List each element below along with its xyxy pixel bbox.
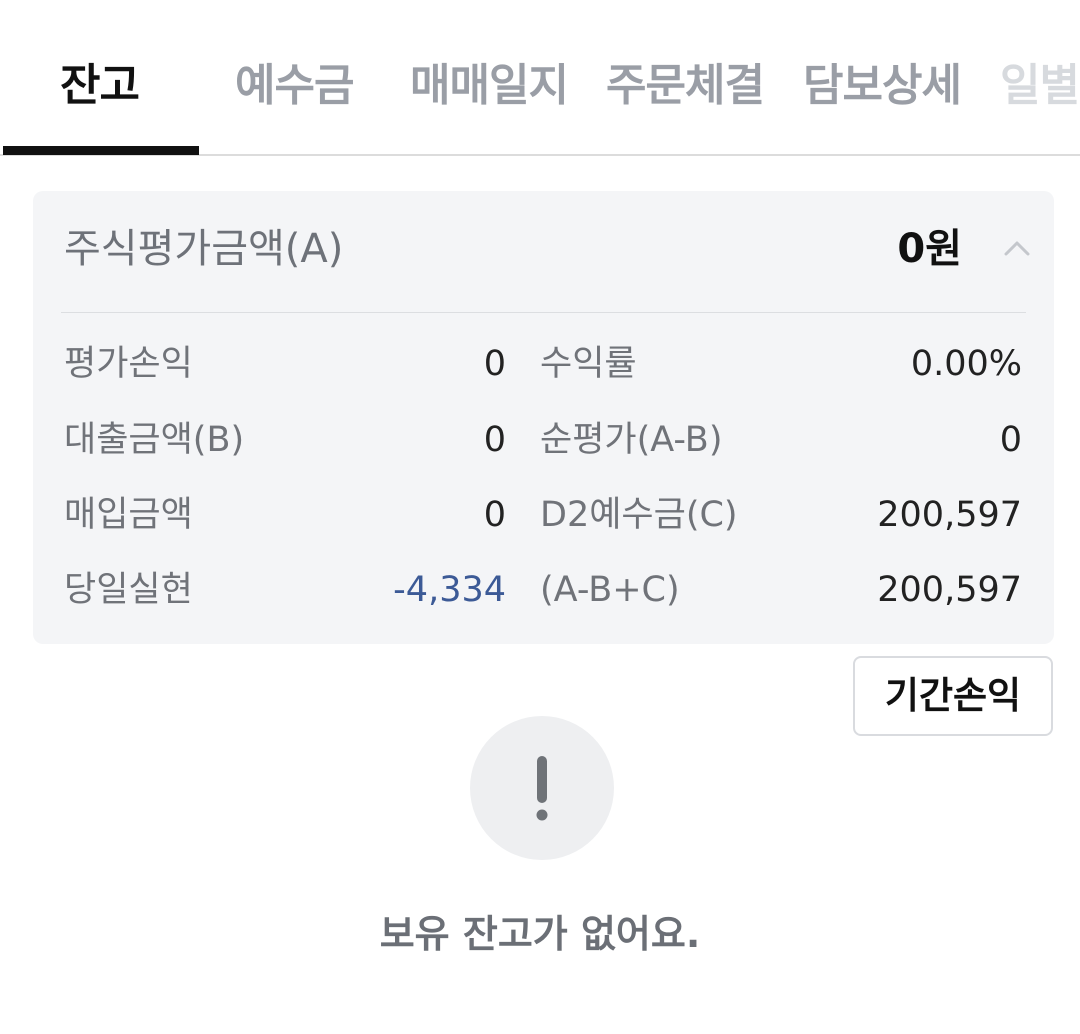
active-tab-indicator: [3, 146, 199, 155]
loan-amount-value: 0: [483, 420, 506, 460]
card-divider: [61, 312, 1026, 313]
realized-today-value: -4,334: [393, 570, 506, 610]
tab-daily[interactable]: 일별: [1000, 56, 1080, 116]
return-rate-value: 0.00%: [910, 344, 1022, 384]
valuation-pnl-value: 0: [483, 344, 506, 384]
tab-collateral-detail[interactable]: 담보상세: [803, 56, 962, 116]
tab-bar: 잔고 예수금 매매일지 주문체결 담보상세 일별: [0, 0, 1080, 156]
d2-deposit-value: 200,597: [877, 495, 1022, 535]
period-pnl-button[interactable]: 기간손익: [853, 656, 1053, 736]
exclamation-icon: [536, 756, 548, 821]
purchase-amount-value: 0: [483, 495, 506, 535]
net-valuation-label: 순평가(A-B): [540, 420, 723, 460]
net-valuation-value: 0: [999, 420, 1022, 460]
purchase-amount-label: 매입금액: [64, 495, 193, 535]
tab-balance[interactable]: 잔고: [60, 56, 140, 116]
stock-valuation-value: 0원: [897, 226, 962, 272]
account-balance-screen: 잔고 예수금 매매일지 주문체결 담보상세 일별 주식평가금액(A) 0원 평가…: [0, 0, 1080, 1034]
empty-state-badge: [470, 716, 614, 860]
loan-amount-label: 대출금액(B): [64, 420, 245, 460]
total-asset-value: 200,597: [877, 570, 1022, 610]
d2-deposit-label: D2예수금(C): [540, 495, 738, 535]
balance-summary-card: 주식평가금액(A) 0원 평가손익 0 수익률 0.00% 대출금액(B) 0 …: [33, 191, 1054, 644]
realized-today-label: 당일실현: [64, 570, 193, 610]
chevron-up-icon[interactable]: [1002, 234, 1032, 264]
tab-trade-journal[interactable]: 매매일지: [410, 56, 569, 116]
valuation-pnl-label: 평가손익: [64, 344, 193, 384]
stock-valuation-label: 주식평가금액(A): [64, 226, 344, 272]
tab-deposit[interactable]: 예수금: [235, 56, 354, 116]
return-rate-label: 수익률: [540, 344, 637, 384]
empty-state-message: 보유 잔고가 없어요.: [379, 912, 701, 956]
total-asset-label: (A-B+C): [540, 570, 680, 610]
tab-order-execution[interactable]: 주문체결: [606, 56, 765, 116]
